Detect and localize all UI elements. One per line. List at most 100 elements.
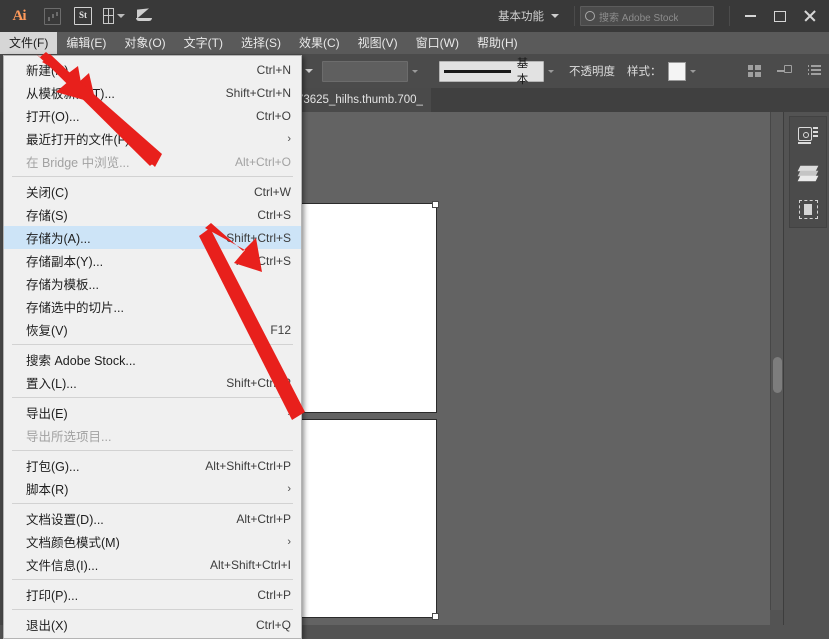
- chevron-down-icon: [551, 14, 559, 18]
- style-dropdown-chevron[interactable]: [686, 62, 699, 81]
- menu-type[interactable]: 文字(T): [175, 32, 232, 54]
- menu-item-revert[interactable]: 恢复(V) F12: [4, 318, 301, 341]
- transform-icon[interactable]: [769, 60, 799, 82]
- menu-item-accel: Shift+Ctrl+P: [226, 375, 291, 390]
- stock-icon[interactable]: St: [72, 5, 94, 27]
- menu-item-file-info[interactable]: 文件信息(I)... Alt+Shift+Ctrl+I: [4, 553, 301, 576]
- layers-panel-icon[interactable]: [795, 160, 821, 184]
- panel-icon-group: [789, 116, 827, 228]
- menu-select[interactable]: 选择(S): [232, 32, 290, 54]
- menu-item-label: 打开(O)...: [26, 110, 80, 124]
- control-bar-icon-group: [739, 60, 829, 82]
- minimize-button[interactable]: [735, 3, 765, 29]
- menu-item-new-from-template[interactable]: 从模板新建(T)... Shift+Ctrl+N: [4, 81, 301, 104]
- scrollbar-thumb[interactable]: [773, 357, 782, 393]
- menu-item-place[interactable]: 置入(L)... Shift+Ctrl+P: [4, 371, 301, 394]
- menu-effect[interactable]: 效果(C): [290, 32, 349, 54]
- stock-search-input[interactable]: 搜索 Adobe Stock: [580, 6, 714, 26]
- menu-item-save[interactable]: 存储(S) Ctrl+S: [4, 203, 301, 226]
- arrange-documents-icon[interactable]: [103, 5, 125, 27]
- libraries-panel-icon[interactable]: [795, 197, 821, 221]
- submenu-arrow-icon: ›: [287, 535, 291, 548]
- menu-item-scripts[interactable]: 脚本(R) ›: [4, 477, 301, 500]
- brush-definition-dropdown[interactable]: 基本: [438, 58, 545, 86]
- list-options-icon[interactable]: [799, 60, 829, 82]
- menu-item-print[interactable]: 打印(P)... Ctrl+P: [4, 583, 301, 606]
- menu-item-accel: Ctrl+P: [257, 587, 291, 602]
- canvas-vertical-scrollbar[interactable]: [770, 112, 784, 610]
- fill-stroke-dropdown[interactable]: [302, 62, 316, 80]
- menu-item-accel: F12: [270, 322, 291, 337]
- chevron-down-icon: [547, 69, 554, 73]
- chevron-down-icon: [689, 69, 696, 73]
- align-glyph: [747, 65, 761, 77]
- menu-bar: 文件(F) 编辑(E) 对象(O) 文字(T) 选择(S) 效果(C) 视图(V…: [0, 32, 829, 54]
- menu-item-open[interactable]: 打开(O)... Ctrl+O: [4, 104, 301, 127]
- stroke-weight-input[interactable]: [321, 60, 409, 82]
- file-menu-dropdown[interactable]: 新建(N)... Ctrl+N 从模板新建(T)... Shift+Ctrl+N…: [3, 55, 302, 639]
- layers-glyph: [797, 164, 819, 182]
- window-controls: [735, 3, 825, 29]
- menu-item-document-color-mode[interactable]: 文档颜色模式(M) ›: [4, 530, 301, 553]
- right-panel-dock: [783, 112, 829, 625]
- menu-item-label: 打印(P)...: [26, 589, 79, 603]
- menu-item-label: 存储为模板...: [26, 278, 99, 292]
- menu-item-label: 打包(G)...: [26, 460, 80, 474]
- app-logo-icon: Ai: [12, 7, 27, 24]
- menu-item-save-a-copy[interactable]: 存储副本(Y)... Alt+Ctrl+S: [4, 249, 301, 272]
- menu-item-save-selected-slices[interactable]: 存储选中的切片...: [4, 295, 301, 318]
- menu-separator: [12, 609, 293, 610]
- menu-item-label: 置入(L)...: [26, 377, 77, 391]
- bridge-icon[interactable]: [41, 5, 63, 27]
- boat-glyph: [136, 9, 154, 24]
- illustrator-window: Ai St 基本功能 搜索 Adobe Stock 文件(F) 编辑(E) 对象…: [0, 0, 829, 639]
- maximize-button[interactable]: [765, 3, 795, 29]
- workspace-switcher[interactable]: 基本功能: [492, 5, 565, 27]
- divider: [574, 6, 575, 26]
- menu-item-accel: Ctrl+S: [257, 207, 291, 222]
- menu-object[interactable]: 对象(O): [115, 32, 174, 54]
- style-label: 样式：: [627, 66, 662, 78]
- menu-item-label: 新建(N)...: [26, 64, 79, 78]
- menu-item-label: 导出(E): [26, 407, 68, 421]
- maximize-icon: [774, 10, 786, 22]
- menu-item-label: 存储选中的切片...: [26, 301, 124, 315]
- stroke-weight-dropdown[interactable]: [408, 62, 421, 81]
- brush-dropdown-chevron[interactable]: [544, 62, 557, 81]
- menu-item-save-as[interactable]: 存储为(A)... Shift+Ctrl+S: [4, 226, 301, 249]
- menu-item-label: 文档设置(D)...: [26, 513, 104, 527]
- menu-item-package[interactable]: 打包(G)... Alt+Shift+Ctrl+P: [4, 454, 301, 477]
- menu-item-label: 导出所选项目...: [26, 430, 112, 444]
- style-swatch[interactable]: [667, 61, 687, 81]
- chevron-down-icon: [117, 14, 125, 18]
- properties-panel-icon[interactable]: [795, 123, 821, 147]
- menu-window[interactable]: 窗口(W): [407, 32, 468, 54]
- boat-icon[interactable]: [134, 5, 156, 27]
- menu-item-search-adobe-stock[interactable]: 搜索 Adobe Stock...: [4, 348, 301, 371]
- menu-edit[interactable]: 编辑(E): [57, 32, 115, 54]
- menu-item-save-as-template[interactable]: 存储为模板...: [4, 272, 301, 295]
- submenu-arrow-icon: ›: [287, 406, 291, 419]
- menu-view[interactable]: 视图(V): [349, 32, 407, 54]
- menu-item-document-setup[interactable]: 文档设置(D)... Alt+Ctrl+P: [4, 507, 301, 530]
- close-button[interactable]: [795, 3, 825, 29]
- libraries-glyph: [798, 199, 818, 219]
- align-icon[interactable]: [739, 60, 769, 82]
- stock-search-placeholder: 搜索 Adobe Stock: [599, 12, 679, 24]
- menu-item-label: 存储(S): [26, 209, 68, 223]
- menu-item-new[interactable]: 新建(N)... Ctrl+N: [4, 58, 301, 81]
- menu-item-accel: Shift+Ctrl+N: [225, 85, 291, 100]
- menu-file[interactable]: 文件(F): [0, 32, 58, 54]
- menu-help[interactable]: 帮助(H): [468, 32, 527, 54]
- menu-item-accel: Alt+Ctrl+O: [234, 154, 291, 169]
- menu-item-export[interactable]: 导出(E) ›: [4, 401, 301, 424]
- menu-item-close[interactable]: 关闭(C) Ctrl+W: [4, 180, 301, 203]
- menu-separator: [12, 503, 293, 504]
- menu-item-recent-files[interactable]: 最近打开的文件(F) ›: [4, 127, 301, 150]
- menu-item-label: 存储副本(Y)...: [26, 255, 104, 269]
- bridge-glyph: [43, 7, 61, 25]
- menu-item-accel: Alt+Ctrl+S: [236, 253, 291, 268]
- brush-label: 基本: [516, 58, 529, 86]
- workspace-label: 基本功能: [498, 11, 544, 23]
- brush-stroke-preview-icon: [443, 69, 511, 73]
